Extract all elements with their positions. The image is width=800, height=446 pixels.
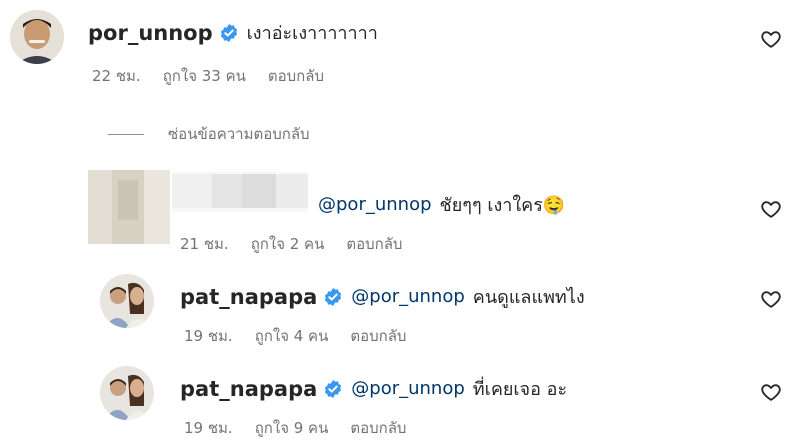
verified-badge-icon	[323, 287, 343, 307]
hide-replies-label: ซ่อนข้อความตอบกลับ	[168, 125, 310, 143]
mention-link[interactable]: @por_unnop	[351, 286, 465, 307]
verified-badge-icon	[323, 379, 343, 399]
comment-time: 21 ชม.	[180, 235, 229, 253]
comment-time: 19 ชม.	[184, 419, 233, 437]
comment-text: เงาอ่ะเงาาาาาาา	[246, 23, 378, 44]
blurred-username	[172, 172, 308, 212]
comment-text: ที่เคยเจอ อะ	[472, 379, 568, 400]
hide-replies-button[interactable]: ซ่อนข้อความตอบกลับ	[108, 122, 310, 146]
reply-button[interactable]: ตอบกลับ	[346, 232, 402, 256]
mention-link[interactable]: @por_unnop	[351, 378, 465, 399]
verified-badge-icon	[219, 23, 239, 43]
reply-button[interactable]: ตอบกลับ	[268, 64, 324, 88]
avatar-pat-napapa[interactable]	[100, 274, 154, 328]
heart-icon[interactable]	[760, 28, 782, 50]
avatar-por-unnop[interactable]	[10, 10, 64, 64]
comment-text: ชัยๆๆ เงาใคร🤤	[439, 195, 566, 216]
like-count[interactable]: ถูกใจ 4 คน	[255, 324, 329, 348]
comment-time: 22 ชม.	[92, 67, 141, 85]
heart-icon[interactable]	[760, 288, 782, 310]
like-count[interactable]: ถูกใจ 33 คน	[163, 64, 246, 88]
reply-button[interactable]: ตอบกลับ	[350, 416, 406, 440]
mention-link[interactable]: @por_unnop	[318, 194, 432, 215]
comment-text: คนดูแลแพทไง	[472, 287, 585, 308]
like-count[interactable]: ถูกใจ 9 คน	[255, 416, 329, 440]
username[interactable]: pat_napapa	[180, 285, 317, 309]
divider	[108, 133, 144, 135]
comment-time: 19 ชม.	[184, 327, 233, 345]
heart-icon[interactable]	[760, 198, 782, 220]
avatar-pat-napapa[interactable]	[100, 366, 154, 420]
reply-button[interactable]: ตอบกลับ	[350, 324, 406, 348]
heart-icon[interactable]	[760, 381, 782, 403]
like-count[interactable]: ถูกใจ 2 คน	[251, 232, 325, 256]
username[interactable]: por_unnop	[88, 21, 213, 45]
username[interactable]: pat_napapa	[180, 377, 317, 401]
blurred-avatar	[88, 170, 170, 244]
